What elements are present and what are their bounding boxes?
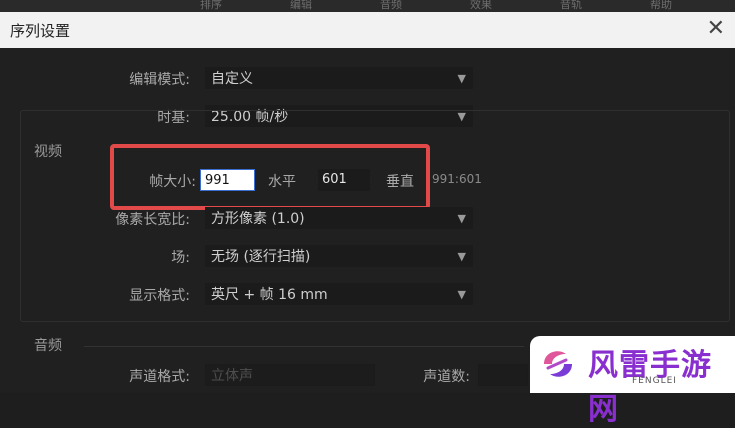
display-format-value: 英尺 + 帧 16 mm (211, 287, 328, 303)
highlight-annotation-box (110, 144, 430, 210)
field-select[interactable]: 无场 (逐行扫描) ▼ (205, 245, 473, 267)
chevron-down-icon: ▼ (457, 212, 466, 225)
menu-item[interactable]: 帮助 (650, 0, 672, 12)
channel-format-label: 声道格式: (129, 369, 190, 385)
menu-item[interactable]: 音轨 (560, 0, 582, 12)
channel-format-select[interactable]: 立体声 (205, 364, 375, 386)
chevron-down-icon: ▼ (457, 250, 466, 263)
channel-count-label: 声道数: (423, 369, 470, 385)
pixel-aspect-select[interactable]: 方形像素 (1.0) ▼ (205, 207, 473, 229)
audio-section-label: 音频 (34, 338, 62, 354)
close-icon[interactable]: ✕ (707, 16, 725, 41)
pixel-aspect-label: 像素长宽比: (115, 212, 190, 228)
watermark: 风雷手游网 FENGLEI (530, 336, 735, 427)
top-menu-bar: 排序 编辑 音频 效果 音轨 帮助 (0, 0, 735, 12)
chevron-down-icon: ▼ (457, 72, 466, 85)
dialog-title: 序列设置 (10, 22, 71, 40)
pixel-aspect-value: 方形像素 (1.0) (211, 211, 305, 227)
channel-format-value: 立体声 (211, 368, 253, 384)
editing-mode-value: 自定义 (211, 71, 253, 87)
watermark-subtitle: FENGLEI (632, 376, 677, 386)
field-label: 场: (171, 250, 190, 266)
editing-mode-select[interactable]: 自定义 ▼ (205, 67, 473, 89)
display-format-select[interactable]: 英尺 + 帧 16 mm ▼ (205, 283, 473, 305)
chevron-down-icon: ▼ (457, 288, 466, 301)
dialog-titlebar: 序列设置 ✕ (0, 12, 735, 48)
video-section-label: 视频 (34, 144, 62, 160)
editing-mode-label: 编辑模式: (129, 72, 190, 88)
field-value: 无场 (逐行扫描) (211, 249, 311, 265)
aspect-ratio-readout: 991:601 (432, 172, 482, 186)
menu-item[interactable]: 编辑 (290, 0, 312, 12)
audio-divider (84, 346, 524, 347)
display-format-label: 显示格式: (129, 288, 190, 304)
menu-item[interactable]: 音频 (380, 0, 402, 12)
channel-count-select[interactable] (478, 364, 528, 386)
menu-item[interactable]: 排序 (200, 0, 222, 12)
menu-item[interactable]: 效果 (470, 0, 492, 12)
fenglei-logo-icon (544, 351, 572, 377)
